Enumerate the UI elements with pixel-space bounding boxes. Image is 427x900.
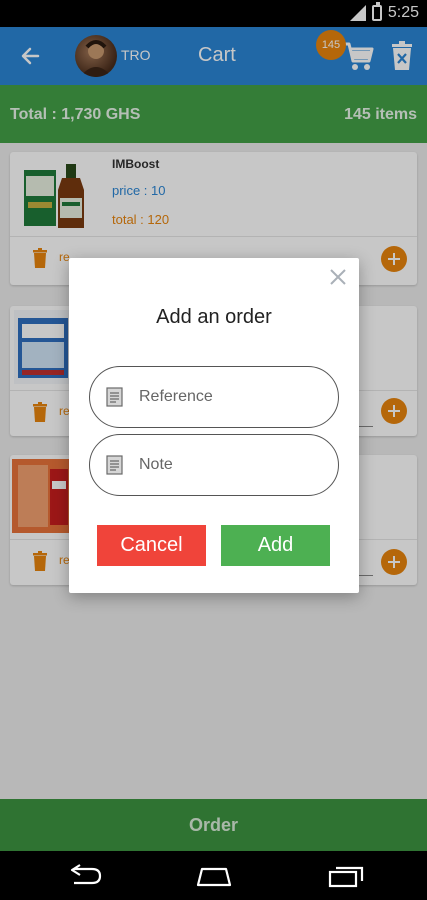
- note-field[interactable]: [89, 434, 339, 496]
- cancel-button[interactable]: Cancel: [97, 525, 206, 566]
- close-icon[interactable]: [329, 268, 347, 286]
- home-nav-icon[interactable]: [194, 863, 234, 889]
- recent-apps-icon[interactable]: [326, 863, 366, 889]
- back-nav-icon[interactable]: [64, 863, 104, 889]
- dialog-title: Add an order: [156, 306, 272, 328]
- note-input[interactable]: [139, 451, 324, 479]
- document-icon: [106, 455, 124, 475]
- document-icon: [106, 387, 124, 407]
- add-order-dialog: Add an order Cancel Add: [69, 258, 359, 593]
- add-button[interactable]: Add: [221, 525, 330, 566]
- reference-input[interactable]: [139, 383, 324, 411]
- reference-field[interactable]: [89, 366, 339, 428]
- navigation-bar: [0, 851, 427, 900]
